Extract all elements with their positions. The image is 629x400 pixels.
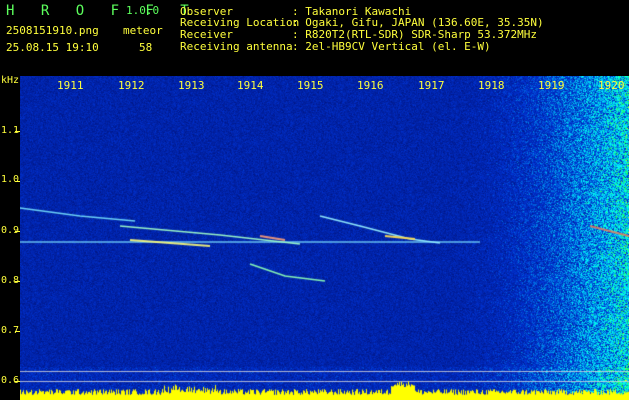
x-tick-1920: 1920 — [598, 79, 625, 92]
counter-value: 58 — [139, 41, 153, 54]
y-tickmark — [15, 281, 20, 282]
info-value-antenna: : 2el-HB9CV Vertical (el. E-W) — [292, 40, 491, 53]
app-title: H R O F F T — [6, 3, 198, 19]
file-name: 2508151910.png — [6, 24, 99, 37]
counter-label: meteor — [123, 24, 163, 37]
x-tick-1915: 1915 — [297, 79, 324, 92]
x-tick-1911: 1911 — [57, 79, 84, 92]
x-tick-1917: 1917 — [418, 79, 445, 92]
info-label-antenna: Receiving antenna — [180, 40, 293, 53]
x-tick-1918: 1918 — [478, 79, 505, 92]
y-tickmark — [15, 131, 20, 132]
spectrogram — [20, 76, 629, 400]
x-tick-1913: 1913 — [178, 79, 205, 92]
x-tick-1919: 1919 — [538, 79, 565, 92]
y-tickmark — [15, 231, 20, 232]
header-panel: H R O F F T 1.0.0 2508151910.png 25.08.1… — [0, 0, 629, 76]
x-tick-1914: 1914 — [237, 79, 264, 92]
y-tickmark — [15, 381, 20, 382]
y-tick-1-0: 1.0 — [1, 174, 20, 185]
y-tickmark — [15, 331, 20, 332]
x-tick-1912: 1912 — [118, 79, 145, 92]
y-axis-unit: kHz — [1, 75, 20, 86]
y-tickmark — [15, 181, 20, 182]
file-datetime: 25.08.15 19:10 — [6, 41, 99, 54]
x-tick-1916: 1916 — [357, 79, 384, 92]
app-version: 1.0.0 — [126, 4, 160, 17]
